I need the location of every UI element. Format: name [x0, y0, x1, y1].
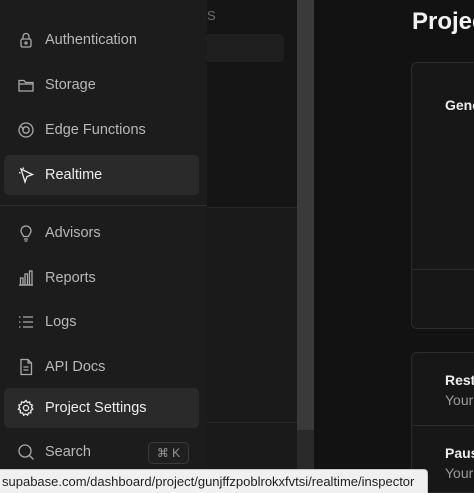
card-title: Gene: [445, 97, 474, 113]
scrollbar-thumb[interactable]: [297, 0, 314, 430]
sidebar-item-api-docs[interactable]: API Docs: [4, 347, 199, 387]
secondary-panel-bottom: [207, 207, 297, 493]
secondary-panel-heading: S: [207, 8, 216, 23]
sidebar-item-label: Logs: [45, 314, 77, 330]
bar-chart-icon: [17, 269, 35, 287]
user-lock-icon: [17, 31, 35, 49]
search-shortcut-badge: ⌘ K: [148, 442, 189, 464]
sidebar-item-label: Realtime: [45, 167, 103, 183]
folder-icon: [17, 76, 35, 94]
link-preview-url: supabase.com/dashboard/project/gunjffzpo…: [2, 474, 415, 489]
sidebar-item-label: API Docs: [45, 359, 106, 375]
card-divider: [412, 425, 474, 426]
link-preview-statusbar: supabase.com/dashboard/project/gunjffzpo…: [0, 469, 428, 493]
sidebar-item-authentication[interactable]: Authentication: [4, 20, 199, 60]
sidebar-item-label: Storage: [45, 77, 96, 93]
secondary-panel-divider: [207, 207, 297, 208]
general-settings-card: Gene: [411, 62, 474, 329]
secondary-panel-row[interactable]: [207, 34, 284, 62]
card-title: Resta: [445, 372, 474, 388]
card-subtitle: Your: [445, 392, 474, 408]
search-label: Search: [45, 444, 91, 460]
secondary-panel: S: [207, 0, 297, 493]
sidebar-item-logs[interactable]: Logs: [4, 302, 199, 342]
sidebar-item-edge-functions[interactable]: Edge Functions: [4, 110, 199, 150]
secondary-panel-top: S: [207, 0, 297, 207]
gear-icon: [17, 399, 35, 417]
edge-functions-icon: [17, 121, 35, 139]
sidebar-divider: [0, 205, 207, 206]
secondary-panel-divider: [207, 422, 297, 423]
sidebar: Authentication Storage Edge Functions Re…: [0, 0, 207, 493]
sidebar-item-reports[interactable]: Reports: [4, 258, 199, 298]
sidebar-item-label: Authentication: [45, 32, 137, 48]
file-text-icon: [17, 358, 35, 376]
list-icon: [17, 313, 35, 331]
lightbulb-icon: [17, 224, 35, 242]
card-subtitle: Your: [445, 465, 474, 481]
sidebar-item-realtime[interactable]: Realtime: [4, 155, 199, 195]
card-title: Paus: [445, 445, 474, 461]
sidebar-item-project-settings[interactable]: Project Settings: [4, 388, 199, 428]
sidebar-item-storage[interactable]: Storage: [4, 65, 199, 105]
sidebar-item-label: Advisors: [45, 225, 101, 241]
sidebar-item-label: Project Settings: [45, 400, 147, 416]
page-title: Projec: [412, 8, 474, 35]
card-divider: [412, 269, 474, 270]
sidebar-item-advisors[interactable]: Advisors: [4, 213, 199, 253]
search-icon: [17, 443, 35, 461]
sidebar-item-label: Edge Functions: [45, 122, 146, 138]
sidebar-item-label: Reports: [45, 270, 96, 286]
realtime-cursor-icon: [17, 166, 35, 184]
